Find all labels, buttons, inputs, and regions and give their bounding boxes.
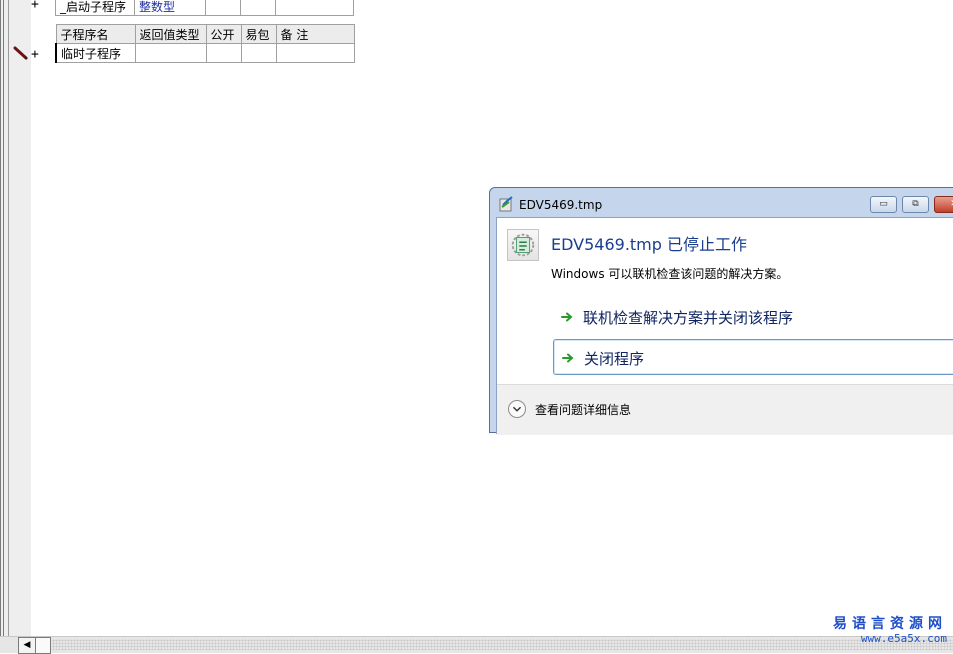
app-icon — [499, 196, 513, 212]
check-online-option[interactable]: 联机检查解决方案并关闭该程序 — [553, 299, 953, 335]
return-type-cell[interactable]: 整数型 — [134, 0, 206, 16]
remark-cell[interactable] — [275, 0, 354, 16]
horizontal-scrollbar[interactable]: ◀ — [0, 636, 953, 654]
subroutine-name-cell[interactable]: _启动子程序 — [55, 0, 135, 16]
expand-toggle-plus[interactable]: + — [31, 48, 39, 61]
code-table-startup: _启动子程序 整数型 — [55, 0, 354, 16]
table-row: 临时子程序 — [55, 43, 355, 63]
header-public: 公开 — [205, 24, 242, 44]
close-program-label: 关闭程序 — [584, 350, 645, 368]
restore-button[interactable]: ⧉ — [902, 196, 929, 213]
green-arrow-icon — [561, 312, 573, 322]
header-return-type: 返回值类型 — [134, 24, 207, 44]
gutter-border-line — [0, 0, 1, 636]
green-arrow-icon — [562, 353, 574, 363]
scroll-track[interactable] — [52, 639, 953, 650]
error-dialog: EDV5469.tmp ▭ ⧉ ✕ EDV5469.tmp 已停止工作 Wind… — [489, 187, 953, 435]
scroll-thumb[interactable] — [35, 637, 51, 654]
epackage-cell[interactable] — [240, 0, 276, 16]
watermark-title: 易语言资源网 — [833, 616, 947, 632]
header-remark: 备 注 — [275, 24, 355, 44]
view-details-link[interactable]: 查看问题详细信息 — [535, 401, 631, 418]
program-icon — [507, 229, 539, 261]
chevron-down-icon[interactable] — [508, 400, 526, 418]
gutter-border-line — [8, 0, 9, 636]
table-header-row: 子程序名 返回值类型 公开 易包 备 注 — [55, 24, 355, 44]
scroll-left-button[interactable]: ◀ — [18, 637, 36, 654]
return-type-cell[interactable] — [134, 43, 207, 63]
pencil-icon — [13, 46, 28, 60]
code-table-temp: 子程序名 返回值类型 公开 易包 备 注 临时子程序 — [55, 24, 355, 63]
minimize-button[interactable]: ▭ — [870, 196, 897, 213]
expand-toggle-plus[interactable]: + — [31, 0, 39, 11]
remark-cell[interactable] — [275, 43, 355, 63]
watermark-url: www.e5a5x.com — [860, 632, 947, 645]
error-heading: EDV5469.tmp 已停止工作 — [551, 235, 748, 254]
public-cell[interactable] — [205, 43, 242, 63]
dialog-footer: 查看问题详细信息 — [497, 384, 953, 435]
dialog-title: EDV5469.tmp — [519, 198, 603, 212]
header-epackage: 易包 — [240, 24, 277, 44]
error-subtext: Windows 可以联机检查该问题的解决方案。 — [551, 267, 789, 281]
close-program-option[interactable]: 关闭程序 — [553, 339, 953, 375]
table-row: _启动子程序 整数型 — [55, 0, 354, 16]
header-subroutine-name: 子程序名 — [55, 24, 136, 44]
subroutine-name-cell[interactable]: 临时子程序 — [55, 43, 136, 63]
epackage-cell[interactable] — [240, 43, 277, 63]
check-online-label: 联机检查解决方案并关闭该程序 — [583, 309, 794, 327]
watermark: 易语言资源网 www.e5a5x.com — [833, 613, 947, 645]
editor-gutter — [0, 0, 31, 636]
public-cell[interactable] — [205, 0, 241, 16]
close-button[interactable]: ✕ — [934, 196, 953, 213]
dialog-body: EDV5469.tmp 已停止工作 Windows 可以联机检查该问题的解决方案… — [496, 217, 953, 435]
gutter-border-line — [3, 0, 4, 636]
